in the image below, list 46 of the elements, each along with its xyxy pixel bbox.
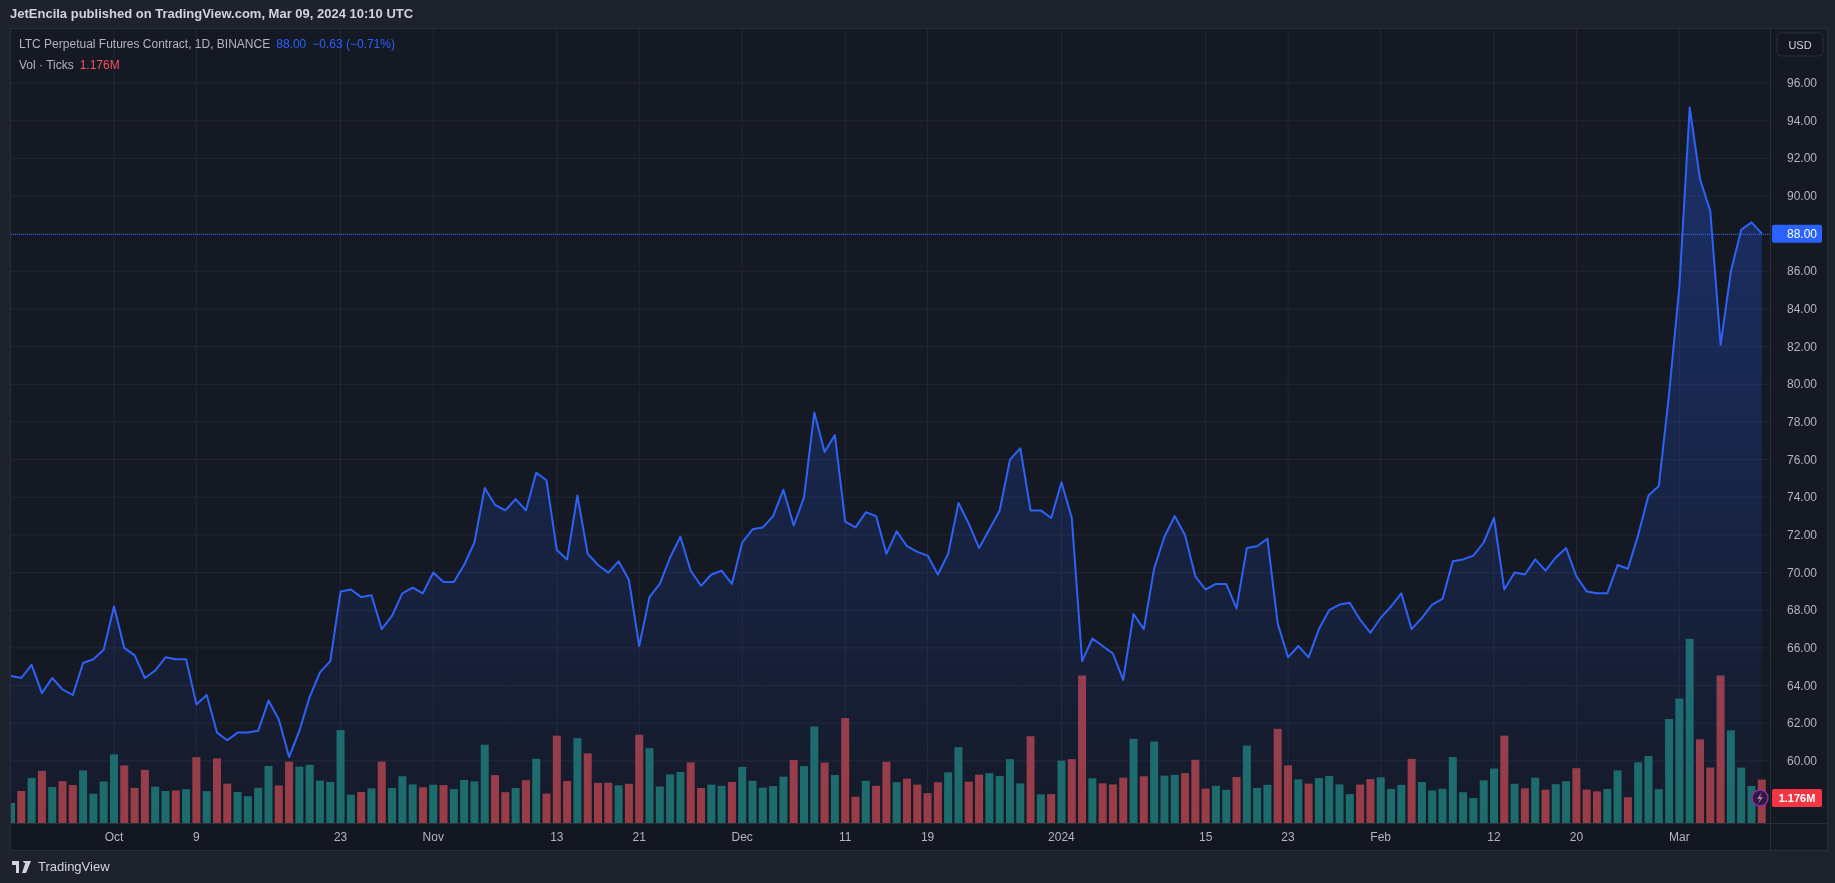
price-label: 62.00 [1787,716,1818,731]
price-label: 60.00 [1787,753,1818,768]
date-label: 11 [838,830,852,844]
price-label: 92.00 [1787,151,1818,166]
date-label: 12 [1487,830,1501,844]
volume-value: 1.176M [79,57,120,74]
date-label: Feb [1370,830,1392,844]
price-label: 70.00 [1787,565,1818,580]
price-label: 86.00 [1787,264,1818,279]
symbol-title: LTC Perpetual Futures Contract, 1D, BINANCE [19,36,271,53]
price-label: 78.00 [1787,414,1818,429]
price-label: 64.00 [1787,678,1818,693]
last-price: 88.00 [276,36,307,53]
price-label: 96.00 [1787,76,1818,91]
price-change: −0.63 (−0.71%) [312,36,395,53]
date-label: 20 [1569,830,1584,844]
price-label: 94.00 [1787,113,1818,128]
price-label: 84.00 [1787,302,1818,316]
date-label: 2024 [1048,830,1075,844]
volume-badge: 1.176M [1772,789,1822,807]
price-label: 76.00 [1787,452,1818,467]
date-label: 19 [920,830,935,844]
lightning-icon[interactable] [1751,789,1769,807]
price-label: 72.00 [1787,527,1818,542]
date-label: 13 [550,830,564,844]
brand-name: TradingView [38,858,110,877]
date-label: Oct [104,830,124,844]
last-price-badge: 88.00 [1772,224,1822,243]
date-label: 9 [193,830,200,844]
price-label: 80.00 [1787,377,1818,392]
tradingview-logo-icon [12,861,32,873]
date-label: 23 [1281,830,1295,844]
date-label: Dec [731,830,753,844]
date-label: Mar [1669,830,1690,844]
price-label: 90.00 [1787,189,1818,203]
price-label: 66.00 [1787,640,1818,655]
date-label: Nov [422,830,444,844]
date-label: 23 [333,830,348,844]
date-label: 21 [632,830,646,844]
price-label: 68.00 [1787,603,1818,618]
price-label: 74.00 [1787,490,1818,505]
currency-button[interactable]: USD [1776,32,1824,57]
price-label: 82.00 [1787,339,1818,354]
volume-label: Vol · Ticks [19,57,74,74]
date-label: 15 [1198,830,1213,844]
publish-note: JetEncila published on TradingView.com, Mar 09, 2024 10:10 UTC [10,5,414,24]
